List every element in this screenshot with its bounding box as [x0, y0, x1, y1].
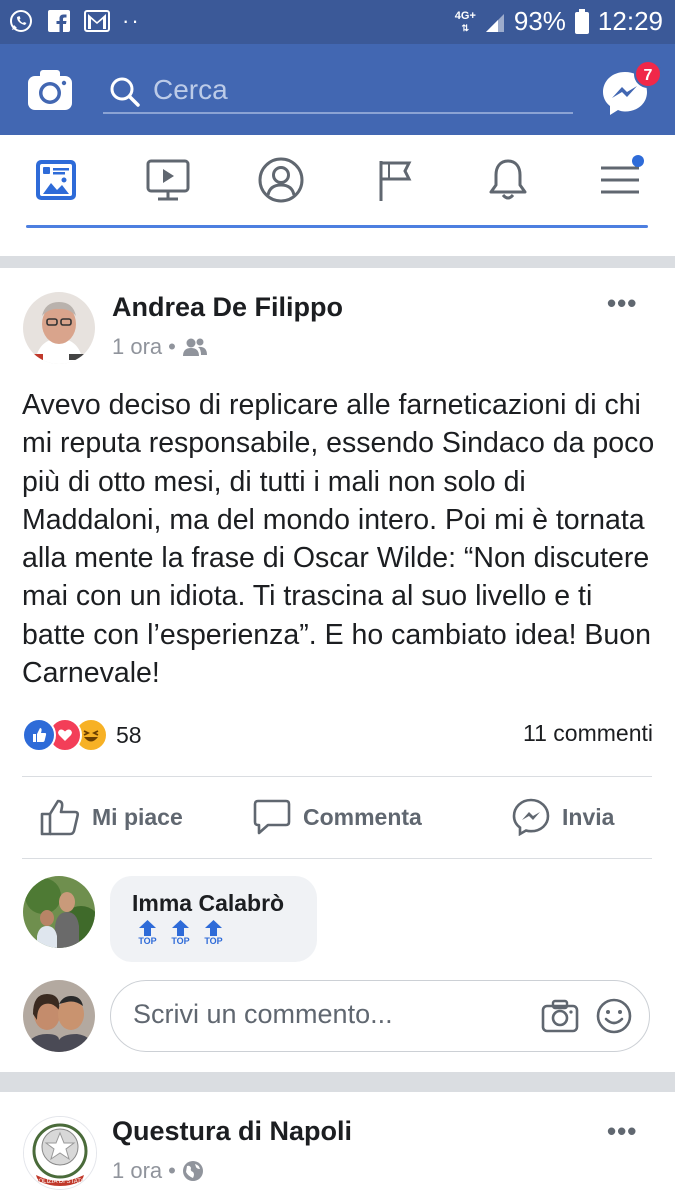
friends-audience-icon — [182, 337, 208, 357]
comment-author[interactable]: Imma Calabrò — [132, 890, 284, 917]
top-arrow-icon: TOP — [136, 920, 159, 946]
post-meta: 1 ora • — [112, 334, 208, 360]
comment-placeholder: Scrivi un commento... — [133, 999, 393, 1029]
commenter-avatar[interactable] — [23, 876, 95, 948]
top-stickers: TOP TOP TOP — [136, 920, 225, 946]
news-feed-icon — [34, 158, 78, 202]
comment-button[interactable]: Commenta — [253, 798, 422, 836]
like-reaction-icon — [22, 718, 56, 752]
comment-bubble-icon — [253, 798, 291, 836]
tab-profile[interactable] — [253, 155, 309, 205]
comment-count[interactable]: 11 commenti — [523, 720, 653, 747]
menu-notification-dot — [632, 155, 644, 167]
like-button[interactable]: Mi piace — [40, 798, 183, 836]
post-more-icon[interactable]: ••• — [607, 1116, 637, 1147]
search-icon — [109, 76, 141, 108]
meta-separator: • — [168, 334, 176, 359]
profile-icon — [257, 156, 305, 204]
comment-bubble[interactable]: Imma Calabrò TOP TOP TOP — [110, 876, 317, 962]
signal-icon — [484, 10, 506, 34]
feed-post: Andrea De Filippo 1 ora • ••• Avevo deci… — [0, 268, 675, 1069]
camera-icon[interactable] — [26, 68, 74, 112]
send-label: Invia — [562, 803, 615, 830]
gmail-icon — [84, 8, 110, 34]
post-time[interactable]: 1 ora — [112, 1158, 162, 1184]
feed-separator — [0, 1072, 675, 1092]
whatsapp-icon — [8, 8, 34, 34]
active-tab-indicator — [26, 225, 648, 228]
search-bar[interactable]: Cerca — [103, 66, 573, 114]
feed-separator — [0, 256, 675, 268]
my-avatar — [23, 980, 95, 1052]
tab-news-feed[interactable] — [28, 155, 84, 205]
tab-watch[interactable] — [140, 155, 196, 205]
comment-label: Commenta — [303, 803, 422, 830]
tab-bar — [0, 135, 675, 227]
thumbs-up-icon — [40, 798, 80, 836]
battery-percent: 93% — [513, 6, 566, 36]
globe-audience-icon — [182, 1160, 204, 1182]
page-avatar[interactable]: POLIZIA DI STATO — [23, 1116, 97, 1190]
post-author-name[interactable]: Andrea De Filippo — [112, 292, 343, 323]
status-bar: ·· 4G+ ⇅ 93% 12:29 — [0, 0, 675, 44]
divider — [22, 776, 652, 777]
watch-icon — [145, 157, 191, 203]
meta-separator: • — [168, 1158, 176, 1183]
post-meta: 1 ora • — [112, 1158, 204, 1184]
tab-notifications[interactable] — [480, 155, 536, 205]
notifications-bell-icon — [487, 157, 529, 203]
feed-post: POLIZIA DI STATO Questura di Napoli 1 or… — [0, 1092, 675, 1200]
clock: 12:29 — [597, 6, 663, 36]
tab-pages[interactable] — [366, 155, 422, 205]
messenger-badge: 7 — [634, 60, 662, 88]
pages-flag-icon — [374, 157, 414, 203]
comment-input[interactable]: Scrivi un commento... — [110, 980, 650, 1052]
messenger-send-icon — [512, 798, 550, 836]
network-indicator: 4G+ ⇅ — [454, 9, 476, 33]
top-arrow-icon: TOP — [202, 920, 225, 946]
reactions-summary[interactable]: 58 — [22, 718, 142, 752]
author-avatar[interactable] — [23, 292, 95, 364]
post-text: Avevo deciso di replicare alle farnetica… — [22, 389, 655, 690]
comment-camera-icon[interactable] — [541, 999, 579, 1033]
divider — [22, 858, 652, 859]
like-label: Mi piace — [92, 803, 183, 830]
emoji-icon[interactable] — [595, 997, 633, 1035]
send-button[interactable]: Invia — [512, 798, 614, 836]
app-header: Cerca 7 — [0, 44, 675, 135]
svg-text:POLIZIA DI STATO: POLIZIA DI STATO — [34, 1179, 85, 1185]
search-input[interactable]: Cerca — [153, 70, 228, 110]
status-dots: ·· — [122, 8, 141, 33]
facebook-icon — [46, 8, 72, 34]
reaction-count: 58 — [116, 721, 142, 748]
top-arrow-icon: TOP — [169, 920, 192, 946]
post-author-name[interactable]: Questura di Napoli — [112, 1116, 352, 1147]
post-time[interactable]: 1 ora — [112, 334, 162, 360]
post-more-icon[interactable]: ••• — [607, 288, 637, 319]
battery-icon — [574, 8, 590, 35]
